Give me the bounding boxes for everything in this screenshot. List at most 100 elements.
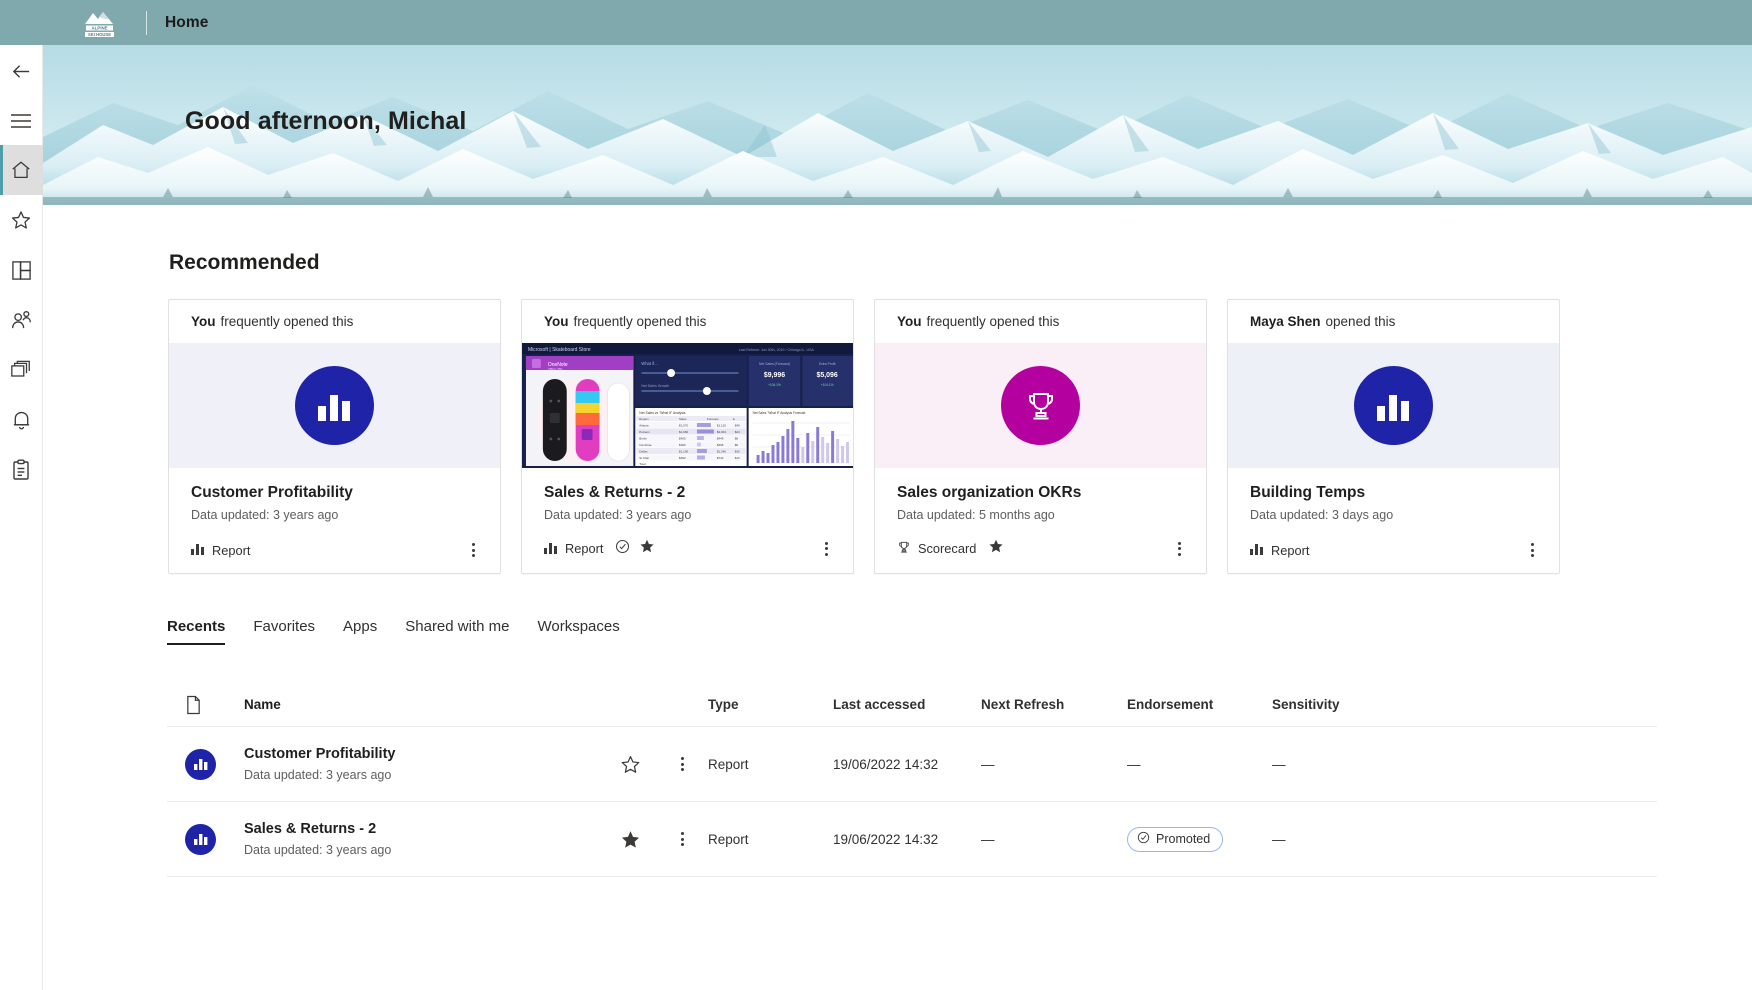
sidebar-item-metrics[interactable] [0,445,43,495]
bar-chart-icon [185,748,216,780]
recommended-card[interactable]: Maya Shen opened this Building Temps Dat… [1227,299,1560,574]
recommended-card[interactable]: You frequently opened this Microsoft | S… [521,299,854,574]
row-favorite-button[interactable] [604,754,656,775]
recommended-card[interactable]: You frequently opened this Customer Prof… [168,299,501,574]
card-type: Report [544,541,603,557]
card-reason: You frequently opened this [522,300,853,343]
card-updated: Data updated: 5 months ago [897,508,1055,522]
card-type: Scorecard [897,540,976,557]
svg-text:Net Sales "What If" Analysis F: Net Sales "What If" Analysis Forecast [753,411,806,415]
bar-chart-icon [191,542,205,558]
row-more-options-button[interactable] [656,830,708,848]
column-header-icon[interactable] [167,695,242,715]
alpine-ski-house-logo[interactable]: ALPINE SKI HOUSE [78,8,130,38]
row-name-cell: Sales & Returns - 2 Data updated: 3 year… [242,821,604,857]
card-type: Report [1250,542,1309,558]
certified-icon [615,539,630,559]
svg-text:+104.1%: +104.1% [768,383,781,387]
tab-recents[interactable]: Recents [167,618,239,645]
favorite-star-icon[interactable] [639,538,655,559]
recommended-section-title: Recommended [169,251,320,274]
card-reason-text: frequently opened this [926,314,1060,329]
svg-text:$6: $6 [735,443,739,447]
row-subtitle: Data updated: 3 years ago [244,768,392,782]
column-header-next-refresh[interactable]: Next Refresh [981,697,1127,712]
svg-text:$449: $449 [717,436,724,440]
sidebar-item-apps[interactable] [0,245,43,295]
hero-banner: Good afternoon, Michal [43,45,1752,205]
report-preview-image: Microsoft | Skateboard Store Last Refres… [522,343,853,468]
column-header-last-accessed[interactable]: Last accessed [833,697,981,712]
svg-text:$306: $306 [679,443,686,447]
greeting-text: Good afternoon, Michal [185,107,467,135]
svg-text:$742: $742 [717,456,724,460]
favorite-star-icon[interactable] [988,538,1004,559]
row-item-icon [167,748,242,780]
sidebar-item-favorites[interactable] [0,195,43,245]
row-subtitle: Data updated: 3 years ago [244,843,392,857]
card-actor: Maya Shen [1250,314,1321,329]
card-more-options-button[interactable] [1170,540,1188,558]
table-row[interactable]: Customer Profitability Data updated: 3 y… [167,727,1657,802]
recommended-card[interactable]: You frequently opened this Sales organiz… [874,299,1207,574]
card-title: Customer Profitability [191,484,353,501]
recents-table: Name Type Last accessed Next Refresh End… [167,683,1657,877]
sidebar-item-notifications[interactable] [0,395,43,445]
back-arrow-icon[interactable] [0,45,43,97]
card-body: Customer Profitability Data updated: 3 y… [169,468,500,573]
column-header-endorsement[interactable]: Endorsement [1127,697,1272,712]
sidebar-item-workspaces[interactable] [0,345,43,395]
card-title: Sales organization OKRs [897,484,1082,501]
top-header-bar: ALPINE SKI HOUSE Home [0,0,1752,45]
svg-text:St Clair: St Clair [639,456,649,460]
row-next-refresh: — [981,831,995,847]
card-body: Sales & Returns - 2 Data updated: 3 year… [522,468,853,573]
tab-workspaces[interactable]: Workspaces [523,618,633,645]
column-header-type[interactable]: Type [708,697,833,712]
svg-text:ALPINE: ALPINE [91,25,107,30]
main-content: Recommended You frequently opened this C… [43,205,1752,990]
svg-text:$692: $692 [679,456,686,460]
card-more-options-button[interactable] [464,541,482,559]
row-favorite-button[interactable] [604,829,656,850]
card-actor: You [191,314,216,329]
svg-text:$1,960: $1,960 [679,430,688,434]
svg-text:$9,996: $9,996 [764,372,785,379]
row-name-cell: Customer Profitability Data updated: 3 y… [242,746,604,782]
status-badge-label: Promoted [1156,832,1211,846]
card-more-options-button[interactable] [1523,541,1541,559]
table-row[interactable]: Sales & Returns - 2 Data updated: 3 year… [167,802,1657,877]
row-more-options-button[interactable] [656,755,708,773]
page-title: Home [165,13,209,31]
svg-text:Δ: Δ [733,417,735,421]
row-title: Sales & Returns - 2 [244,821,377,837]
tab-shared-with-me[interactable]: Shared with me [391,618,523,645]
svg-text:$5,096: $5,096 [817,372,838,379]
column-header-name[interactable]: Name [242,697,604,712]
card-badges [988,538,1004,559]
card-footer: Scorecard [897,538,1188,559]
svg-text:Region: Region [639,417,649,421]
row-endorsement: Promoted [1127,826,1272,852]
card-type-label: Report [212,542,251,558]
row-last-accessed: 19/06/2022 14:32 [833,831,939,847]
tab-favorites[interactable]: Favorites [239,618,329,645]
certified-icon [1137,831,1150,847]
row-title: Customer Profitability [244,746,396,762]
svg-text:Office 365: Office 365 [548,367,563,371]
card-more-options-button[interactable] [817,540,835,558]
card-reason-text: frequently opened this [220,314,354,329]
hamburger-icon[interactable] [0,97,43,145]
column-header-sensitivity[interactable]: Sensitivity [1272,697,1422,712]
svg-text:Extra Profit: Extra Profit [819,362,836,366]
card-badges [615,538,655,559]
tab-apps[interactable]: Apps [329,618,391,645]
svg-text:Net Sales (Forecast): Net Sales (Forecast) [759,362,790,366]
bar-chart-icon [185,823,216,855]
row-sensitivity: — [1272,756,1286,772]
sidebar-item-shared-with-me[interactable] [0,295,43,345]
svg-text:$1,070: $1,070 [679,423,688,427]
svg-text:Dallas: Dallas [639,449,648,453]
row-item-icon [167,823,242,855]
sidebar-item-home[interactable] [0,145,43,195]
